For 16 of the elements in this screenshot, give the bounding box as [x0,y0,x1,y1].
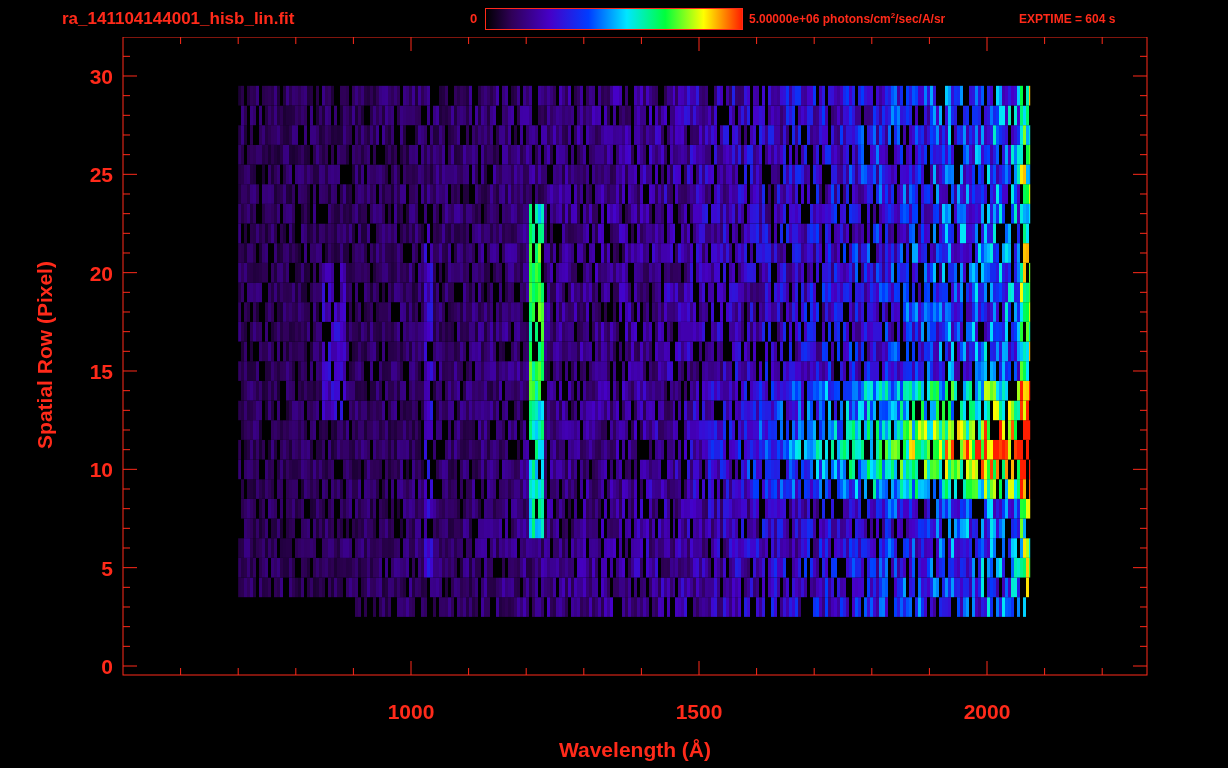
y-tick-label: 25 [89,163,113,187]
x-tick-label: 1000 [387,700,435,723]
y-tick-label: 0 [101,655,113,678]
x-axis-title: Wavelength (Å) [558,738,712,761]
x-tick-label: 2000 [963,700,1011,723]
y-axis-title: Spatial Row (Pixel) [33,261,56,449]
y-tick-label: 10 [89,458,113,482]
y-tick-label: 5 [101,556,113,580]
file-title: ra_141104144001_hisb_lin.fit [62,8,296,29]
colorbar-max-label: 5.00000e+06 photons/cm$^{2}$/sec/A/sr [749,11,947,26]
colorbar-min-label: 0 [470,11,479,26]
y-tick-label: 15 [89,360,113,383]
y-tick-label: 30 [89,65,113,88]
x-tick-label: 1500 [675,700,723,723]
y-tick-label: 20 [89,261,113,285]
exposure-time: EXPTIME = 604 s [1019,11,1116,26]
